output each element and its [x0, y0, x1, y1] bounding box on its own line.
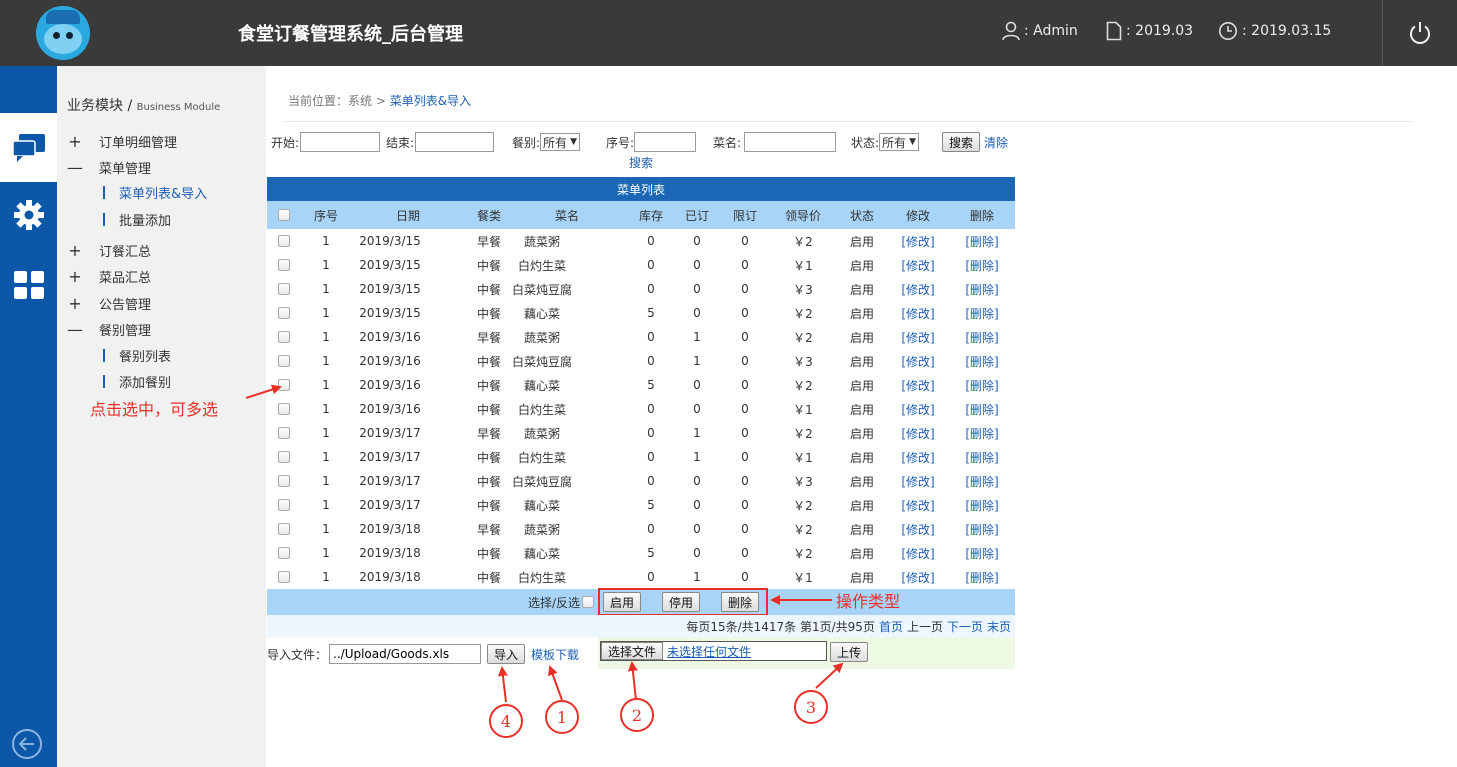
annotation-number-3: 3: [794, 690, 828, 724]
annotation-number-4: 4: [489, 704, 523, 738]
annotation-number-1: 1: [545, 700, 579, 734]
annotation-number-2: 2: [620, 698, 654, 732]
annotation-arrows: [245, 384, 844, 703]
annotation-op-type: 操作类型: [836, 592, 901, 611]
